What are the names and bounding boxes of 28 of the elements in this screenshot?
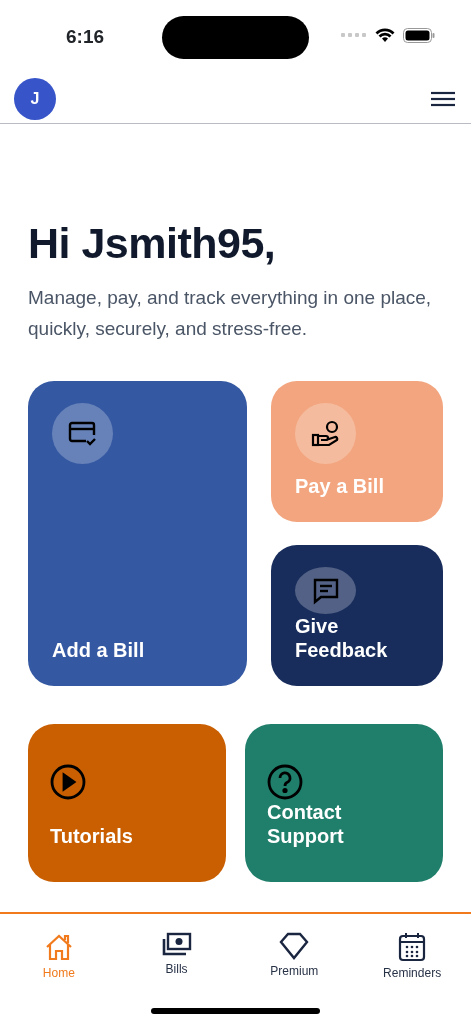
tile-label: Pay a Bill bbox=[295, 474, 385, 499]
tile-button[interactable]: Tutorials bbox=[28, 724, 226, 883]
calendar-icon bbox=[398, 932, 427, 962]
tab-item[interactable]: Reminders bbox=[367, 932, 458, 1024]
avatar[interactable]: J bbox=[14, 78, 56, 120]
tile-label: Contact Support bbox=[267, 800, 345, 849]
status-time: 6:16 bbox=[66, 25, 106, 50]
tile-button[interactable]: Give Feedback bbox=[271, 545, 443, 687]
tile-label: Give Feedback bbox=[295, 614, 389, 663]
chat-icon bbox=[311, 576, 340, 605]
battery-icon bbox=[403, 28, 435, 43]
help-icon bbox=[267, 764, 303, 801]
hand-coin-icon bbox=[310, 419, 341, 448]
diamond-icon bbox=[279, 932, 310, 960]
greeting-title: Hi Jsmith95, bbox=[28, 220, 277, 268]
tile-label: Add a Bill bbox=[52, 638, 146, 663]
wifi-icon bbox=[375, 28, 395, 43]
money-icon bbox=[161, 932, 192, 958]
card-icon bbox=[67, 420, 98, 447]
tile-button[interactable]: Add a Bill bbox=[28, 381, 247, 687]
tile-button[interactable]: Contact Support bbox=[245, 724, 443, 883]
signal-icon bbox=[341, 33, 367, 38]
menu-icon[interactable] bbox=[431, 91, 455, 107]
greeting-subtitle: Manage, pay, and track everything in one place, quickly, securely, and stress-free. bbox=[28, 286, 433, 341]
tab-item[interactable]: Premium bbox=[249, 932, 340, 1024]
tab-item[interactable]: Bills bbox=[131, 932, 222, 1024]
tile-label: Tutorials bbox=[50, 824, 134, 849]
play-icon bbox=[50, 764, 86, 801]
